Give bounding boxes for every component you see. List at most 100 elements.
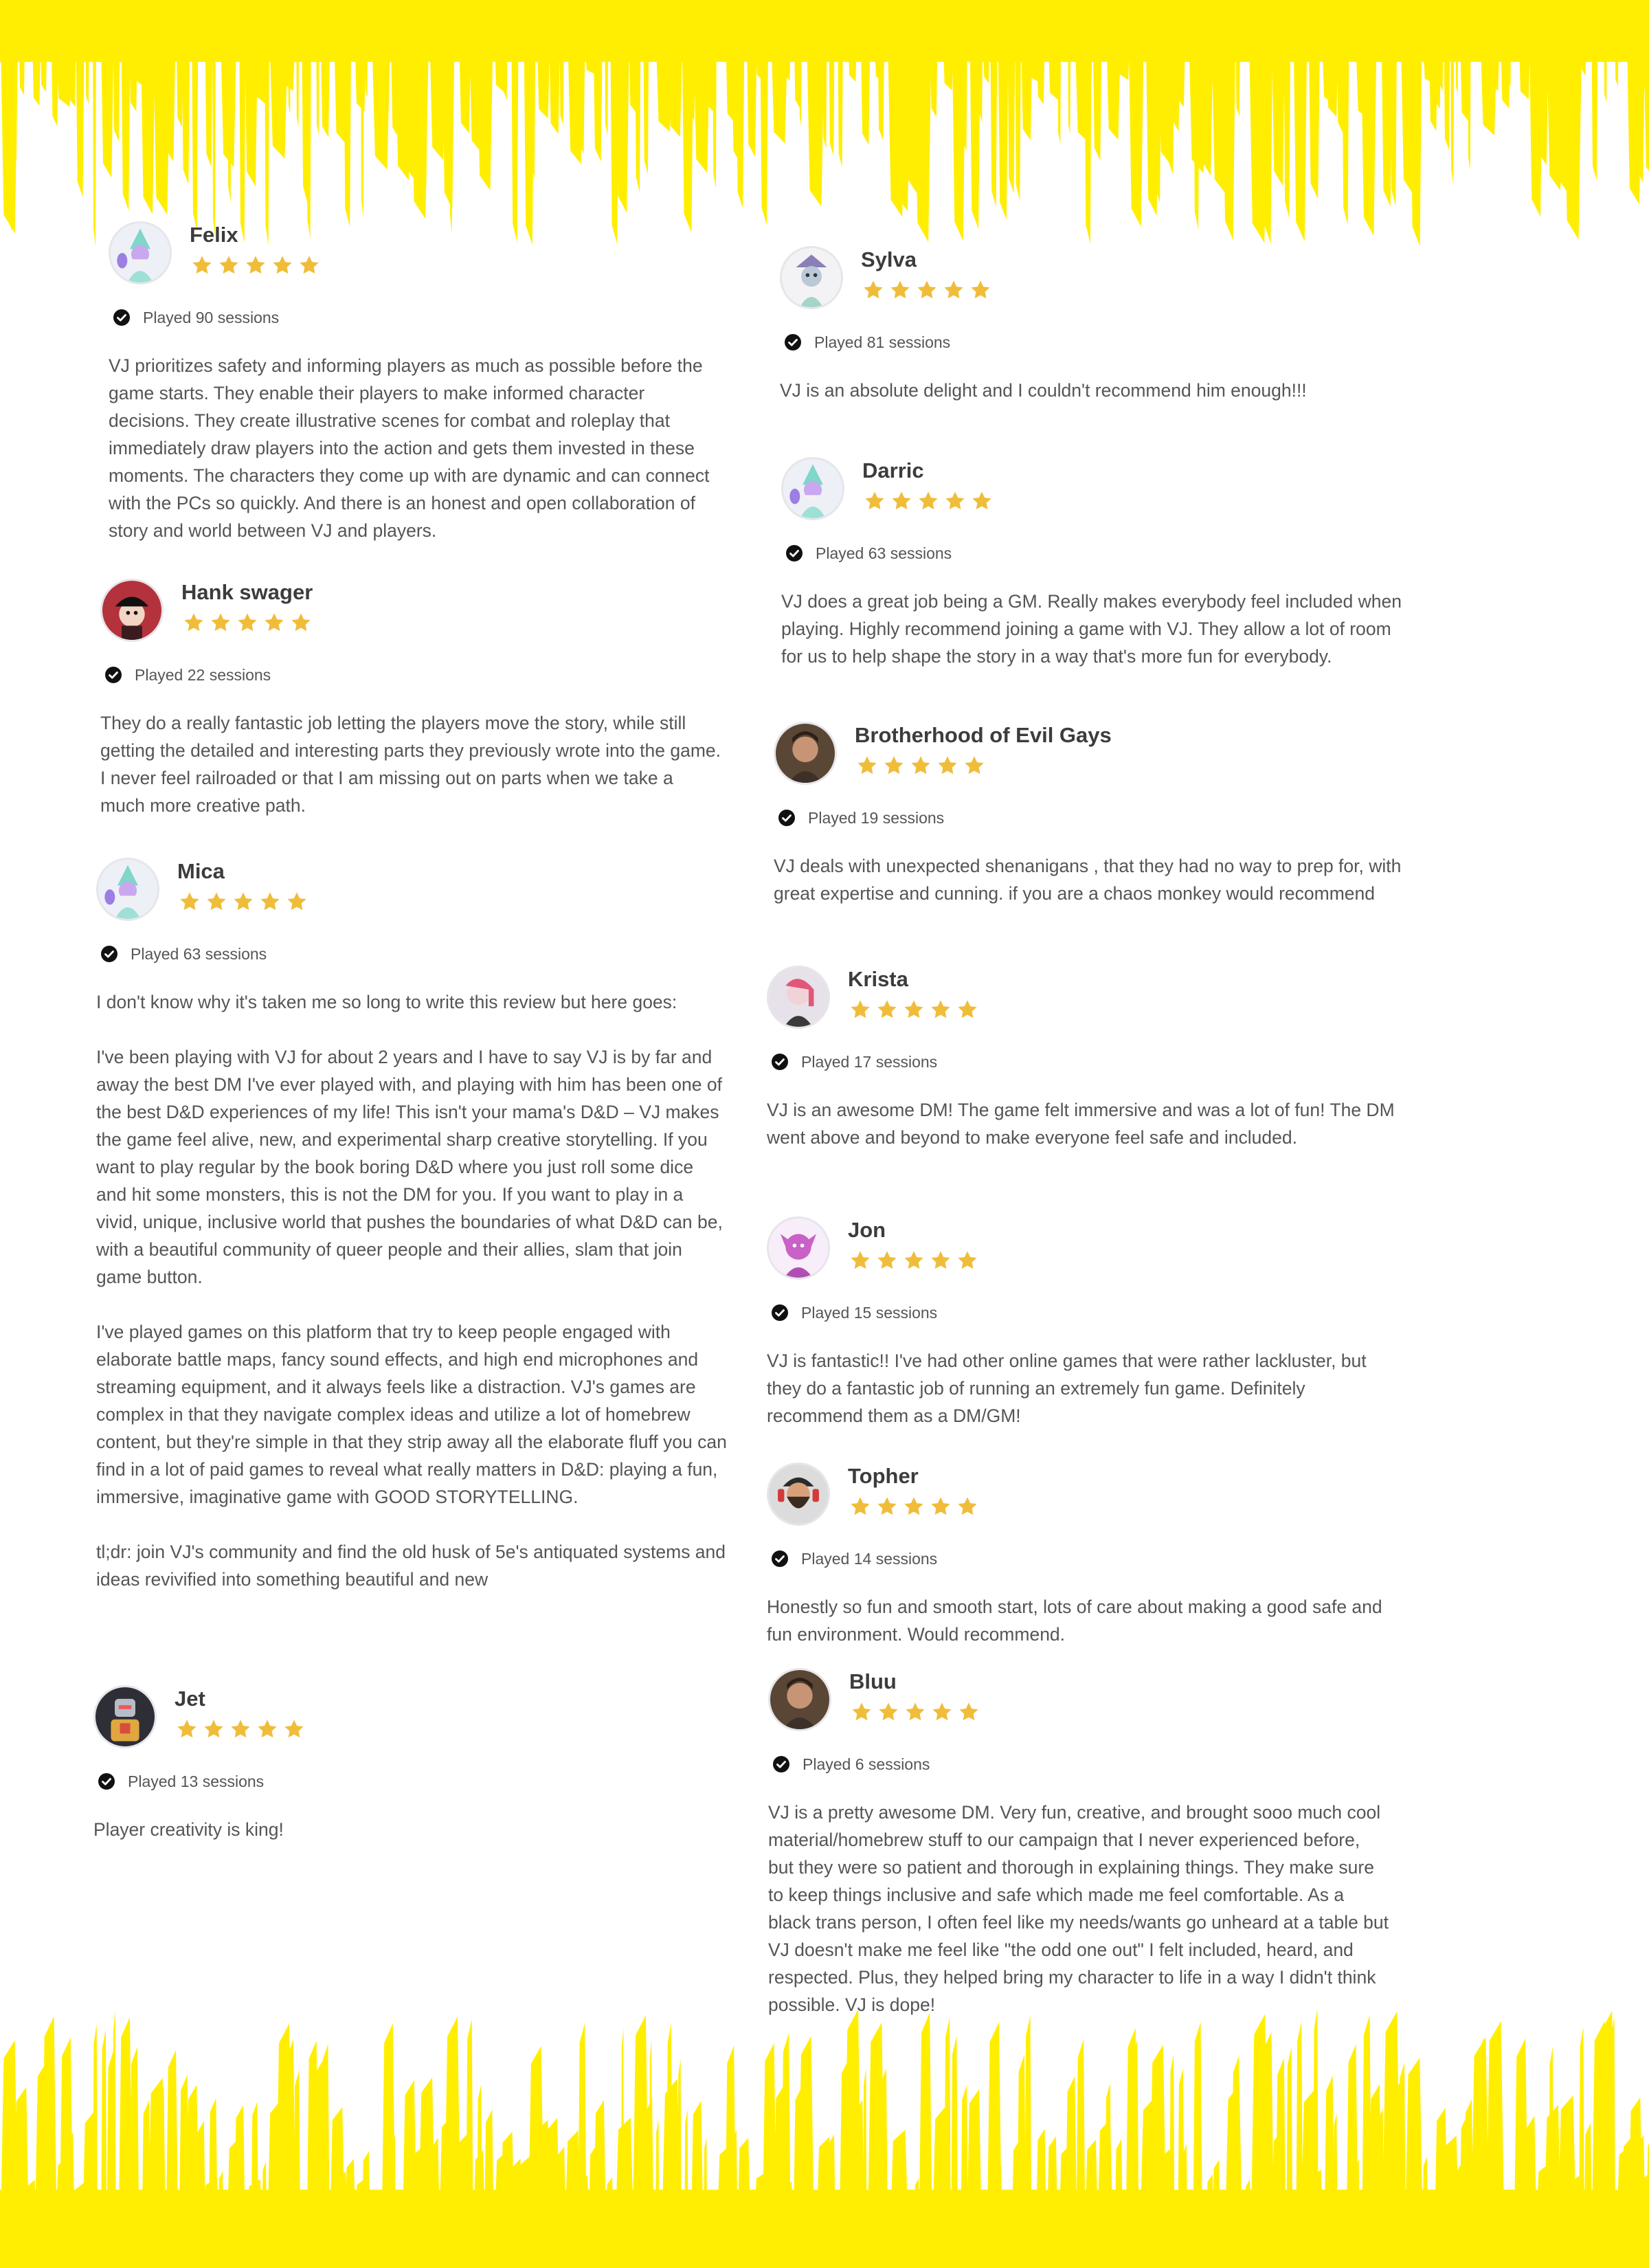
review-card-sylva: Sylva Played 81 sessions VJ is an absolu…	[780, 246, 1409, 404]
star-icon	[258, 1720, 277, 1738]
star-icon	[884, 756, 904, 775]
star-icon	[851, 1497, 870, 1515]
creature-avatar	[782, 248, 841, 307]
review-text: VJ is an absolute delight and I couldn't…	[780, 377, 1409, 404]
pirate-avatar	[102, 581, 161, 640]
avatar[interactable]	[774, 722, 837, 785]
verified-check-icon	[772, 1550, 788, 1567]
star-icon	[238, 613, 257, 632]
star-icon	[273, 256, 292, 274]
review-card-darric: Darric Played 63 sessions VJ does a grea…	[781, 457, 1417, 670]
review-text: VJ is fantastic!! I've had other online …	[767, 1347, 1395, 1430]
reviewer-name[interactable]: Jet	[175, 1687, 205, 1711]
review-paragraph: I don't know why it's taken me so long t…	[96, 992, 677, 1012]
review-card-brotherhood-of-evil-gays: Brotherhood of Evil Gays Played 19 sessi…	[774, 722, 1406, 907]
star-icon	[945, 491, 965, 510]
verified-check-icon	[785, 334, 801, 351]
review-paragraph: VJ is fantastic!! I've had other online …	[767, 1350, 1367, 1426]
review-paragraph: VJ is a pretty awesome DM. Very fun, cre…	[768, 1802, 1389, 2015]
star-icon	[965, 756, 984, 775]
star-icon	[971, 280, 990, 299]
sessions-played: Played 22 sessions	[100, 661, 722, 689]
avatar[interactable]	[100, 579, 164, 642]
review-paragraph: I've been playing with VJ for about 2 ye…	[96, 1047, 723, 1287]
star-icon	[207, 892, 226, 911]
reviewer-name[interactable]: Hank swager	[181, 580, 313, 605]
star-icon	[180, 892, 199, 911]
verified-check-icon	[105, 667, 122, 683]
sessions-played: Played 90 sessions	[109, 304, 730, 331]
avatar[interactable]	[767, 1463, 830, 1526]
star-icon	[184, 613, 203, 632]
verified-check-icon	[773, 1756, 789, 1772]
verified-check-icon	[113, 309, 130, 326]
yellow-paint-border-top	[0, 0, 1649, 247]
avatar[interactable]	[767, 966, 830, 1029]
star-icon	[851, 1000, 870, 1019]
avatar[interactable]	[93, 1685, 157, 1748]
star-icon	[911, 756, 930, 775]
verified-check-icon	[786, 545, 803, 562]
robot-avatar	[96, 1687, 155, 1746]
review-card-jet: Jet Played 13 sessions Player creativity…	[93, 1685, 715, 1843]
star-rating	[848, 1249, 982, 1273]
star-icon	[284, 1720, 304, 1738]
star-icon	[906, 1702, 925, 1721]
star-icon	[958, 1000, 977, 1019]
reviewer-name[interactable]: Jon	[848, 1218, 886, 1243]
star-icon	[904, 1251, 923, 1269]
reviewer-name[interactable]: Felix	[190, 223, 238, 247]
star-icon	[219, 256, 238, 274]
sessions-played: Played 17 sessions	[767, 1048, 1395, 1076]
photo-avatar	[776, 724, 835, 783]
star-rating	[181, 612, 315, 635]
review-card-bluu: Bluu Played 6 sessions VJ is a pretty aw…	[768, 1668, 1390, 2019]
star-icon	[877, 1000, 897, 1019]
review-text: VJ is an awesome DM! The game felt immer…	[767, 1096, 1395, 1151]
reviewer-name[interactable]: Bluu	[849, 1669, 897, 1694]
review-paragraph: Player creativity is king!	[93, 1819, 284, 1840]
star-icon	[287, 892, 306, 911]
star-icon	[265, 613, 284, 632]
review-paragraph: Honestly so fun and smooth start, lots o…	[767, 1597, 1382, 1645]
avatar[interactable]	[780, 246, 843, 309]
star-rating	[175, 1718, 309, 1742]
avatar[interactable]	[781, 457, 844, 520]
verified-check-icon	[101, 946, 117, 962]
review-card-hank-swager: Hank swager Played 22 sessions They do a…	[100, 579, 722, 819]
bearded-avatar	[769, 1465, 828, 1524]
avatar[interactable]	[109, 221, 172, 285]
review-paragraph: VJ prioritizes safety and informing play…	[109, 355, 710, 541]
star-icon	[211, 613, 230, 632]
star-icon	[851, 1251, 870, 1269]
verified-check-icon	[778, 810, 795, 826]
star-icon	[972, 491, 991, 510]
reviewer-name[interactable]: Mica	[177, 859, 225, 884]
star-rating	[855, 755, 989, 778]
star-icon	[260, 892, 280, 911]
avatar[interactable]	[96, 858, 159, 921]
reviewer-name[interactable]: Sylva	[861, 247, 917, 272]
sessions-played: Played 63 sessions	[781, 540, 1417, 567]
sessions-played: Played 19 sessions	[774, 804, 1406, 832]
reviewer-name[interactable]: Krista	[848, 967, 908, 992]
reviewer-name[interactable]: Topher	[848, 1464, 919, 1489]
star-icon	[938, 756, 957, 775]
star-icon	[919, 491, 938, 510]
sessions-played: Played 63 sessions	[96, 940, 728, 968]
star-icon	[231, 1720, 250, 1738]
review-card-felix: Felix Played 90 sessions VJ prioritizes …	[109, 221, 730, 544]
avatar[interactable]	[768, 1668, 831, 1731]
star-icon	[877, 1251, 897, 1269]
star-rating	[862, 490, 996, 513]
avatar[interactable]	[767, 1216, 830, 1280]
star-icon	[917, 280, 936, 299]
reviewer-name[interactable]: Darric	[862, 458, 924, 483]
star-icon	[300, 256, 319, 274]
star-icon	[958, 1497, 977, 1515]
reviewer-name[interactable]: Brotherhood of Evil Gays	[855, 723, 1112, 748]
star-icon	[234, 892, 253, 911]
star-icon	[890, 280, 910, 299]
star-rating	[848, 999, 982, 1022]
star-icon	[177, 1720, 197, 1738]
